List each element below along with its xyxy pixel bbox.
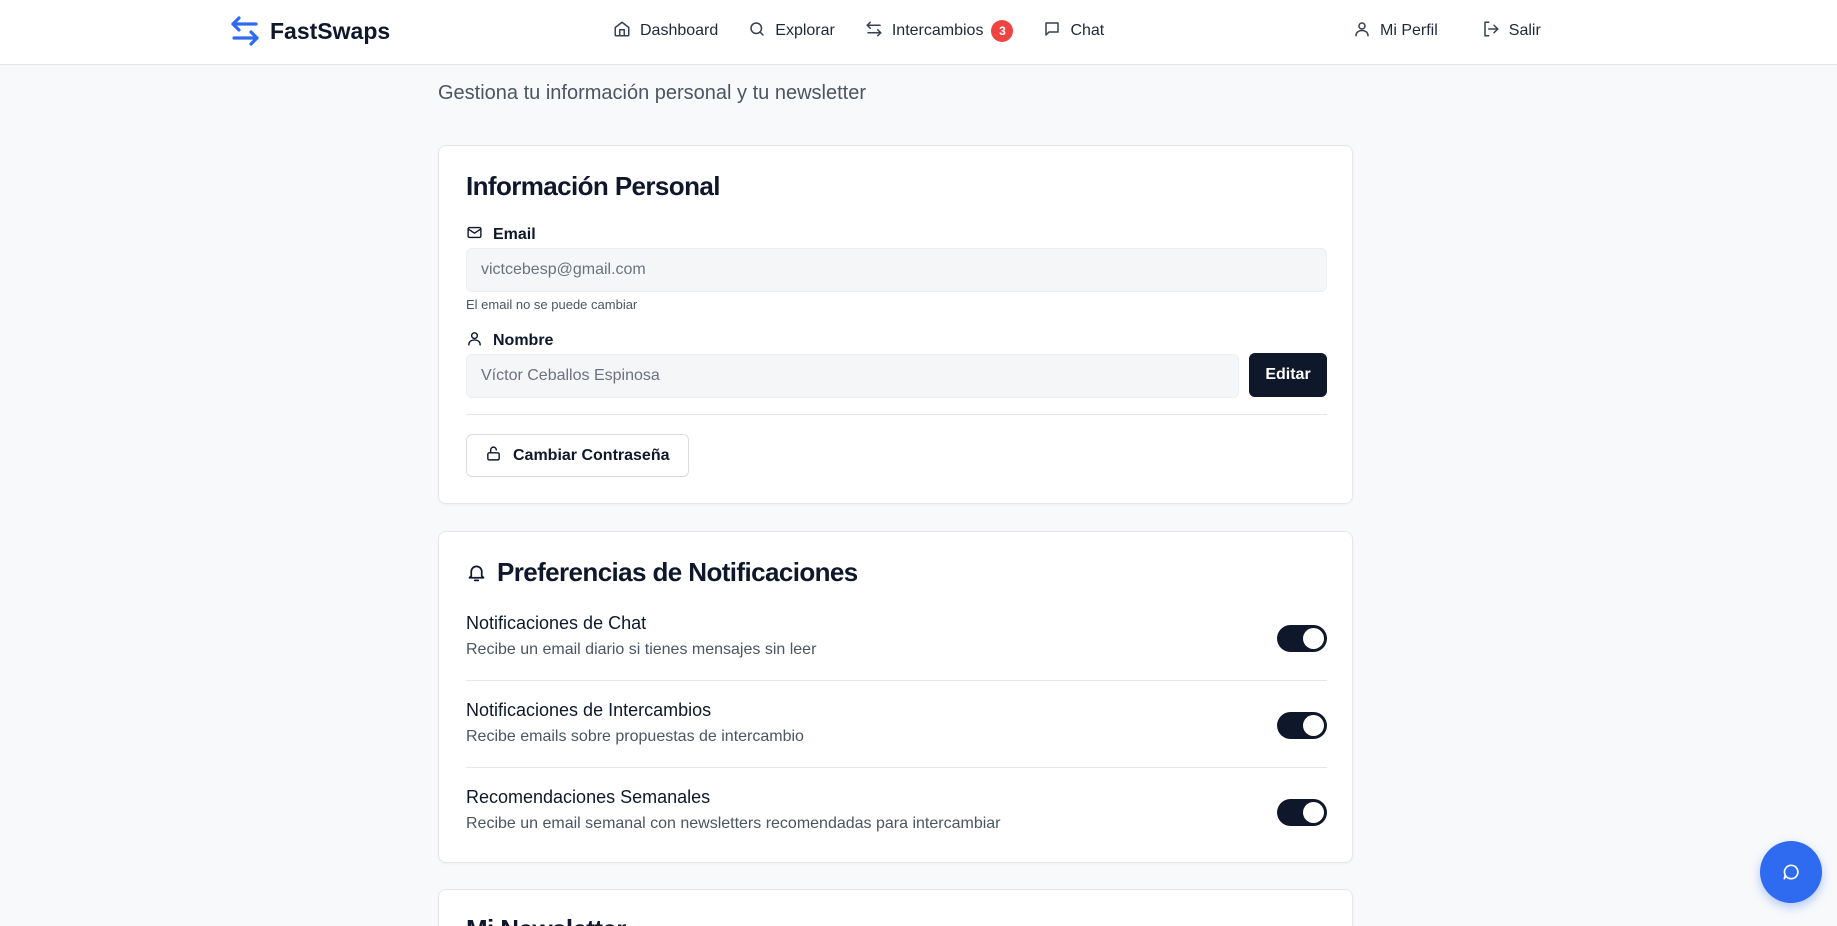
nav-salir[interactable]: Salir xyxy=(1482,20,1541,43)
nav-chat-label: Chat xyxy=(1070,22,1105,39)
message-square-icon xyxy=(1043,20,1061,43)
floating-chat-button[interactable] xyxy=(1760,841,1822,903)
bell-icon xyxy=(466,562,487,583)
nav-salir-label: Salir xyxy=(1508,22,1541,39)
change-password-label: Cambiar Contraseña xyxy=(513,446,670,464)
newsletter-title: Mi Newsletter xyxy=(466,914,626,926)
pref-chat-title: Notificaciones de Chat xyxy=(466,613,647,633)
personal-info-title: Información Personal xyxy=(466,171,720,201)
nav-intercambios-label: Intercambios xyxy=(891,22,984,39)
name-label-text: Nombre xyxy=(493,332,554,349)
pref-chat-row: Notificaciones de Chat Recibe un email d… xyxy=(466,613,1327,673)
pref-chat-description: Recibe un email diario si tienes mensaje… xyxy=(466,641,817,658)
nav-chat[interactable]: Chat xyxy=(1043,20,1104,43)
section-divider xyxy=(466,414,1327,415)
logout-icon xyxy=(1482,20,1500,43)
row-divider xyxy=(466,680,1327,681)
notifications-card: Preferencias de Notificaciones Notificac… xyxy=(438,531,1353,863)
edit-name-button[interactable]: Editar xyxy=(1249,353,1327,397)
pref-chat-toggle[interactable] xyxy=(1277,625,1327,652)
mail-icon xyxy=(466,224,483,246)
swap-arrows-icon xyxy=(230,15,260,47)
toggle-knob xyxy=(1303,802,1324,823)
newsletter-card: Mi Newsletter xyxy=(438,889,1353,926)
user-nav: Mi Perfil Salir xyxy=(1353,18,1541,44)
home-icon xyxy=(613,20,631,43)
personal-info-card: Información Personal Email victcebesp@gm… xyxy=(438,145,1353,504)
pref-intercambios-title: Notificaciones de Intercambios xyxy=(466,700,712,720)
notifications-title-text: Preferencias de Notificaciones xyxy=(497,557,858,587)
row-divider xyxy=(466,767,1327,768)
nav-explorar-label: Explorar xyxy=(775,22,835,39)
nav-dashboard[interactable]: Dashboard xyxy=(613,20,718,43)
lock-icon xyxy=(485,445,502,467)
nav-dashboard-label: Dashboard xyxy=(640,22,719,39)
pref-intercambios-row: Notificaciones de Intercambios Recibe em… xyxy=(466,700,1327,760)
toggle-knob xyxy=(1303,628,1324,649)
chat-bubble-icon xyxy=(1781,862,1801,882)
page-subtitle: Gestiona tu información personal y tu ne… xyxy=(438,82,866,104)
pref-intercambios-description: Recibe emails sobre propuestas de interc… xyxy=(466,728,804,745)
name-field[interactable]: Víctor Ceballos Espinosa xyxy=(466,354,1239,398)
email-field[interactable]: victcebesp@gmail.com xyxy=(466,248,1327,292)
user-icon xyxy=(466,330,483,352)
change-password-button[interactable]: Cambiar Contraseña xyxy=(466,434,689,477)
pref-recomendaciones-title: Recomendaciones Semanales xyxy=(466,787,711,807)
pref-recomendaciones-toggle[interactable] xyxy=(1277,799,1327,826)
brand-name: FastSwaps xyxy=(270,17,391,44)
email-label: Email xyxy=(466,224,536,246)
main-nav: Dashboard Explorar Intercambios 3 Chat xyxy=(613,18,1104,44)
nav-explorar[interactable]: Explorar xyxy=(748,20,835,43)
email-label-text: Email xyxy=(493,226,536,243)
pref-intercambios-toggle[interactable] xyxy=(1277,712,1327,739)
pref-recomendaciones-row: Recomendaciones Semanales Recibe un emai… xyxy=(466,787,1327,847)
nav-mi-perfil[interactable]: Mi Perfil xyxy=(1353,20,1438,43)
toggle-knob xyxy=(1303,715,1324,736)
pref-recomendaciones-description: Recibe un email semanal con newsletters … xyxy=(466,815,1001,832)
nav-mi-perfil-label: Mi Perfil xyxy=(1380,22,1438,39)
notifications-title: Preferencias de Notificaciones xyxy=(466,557,858,588)
nav-intercambios[interactable]: Intercambios 3 xyxy=(865,20,1014,43)
intercambios-count-badge: 3 xyxy=(991,20,1014,42)
user-icon xyxy=(1353,20,1371,43)
swap-icon xyxy=(865,20,883,43)
email-hint: El email no se puede cambiar xyxy=(466,297,638,312)
name-label: Nombre xyxy=(466,330,553,352)
brand-logo-link[interactable]: FastSwaps xyxy=(230,14,390,48)
search-icon xyxy=(748,20,766,43)
top-navbar: FastSwaps Dashboard Explorar Intercambio… xyxy=(0,0,1837,65)
